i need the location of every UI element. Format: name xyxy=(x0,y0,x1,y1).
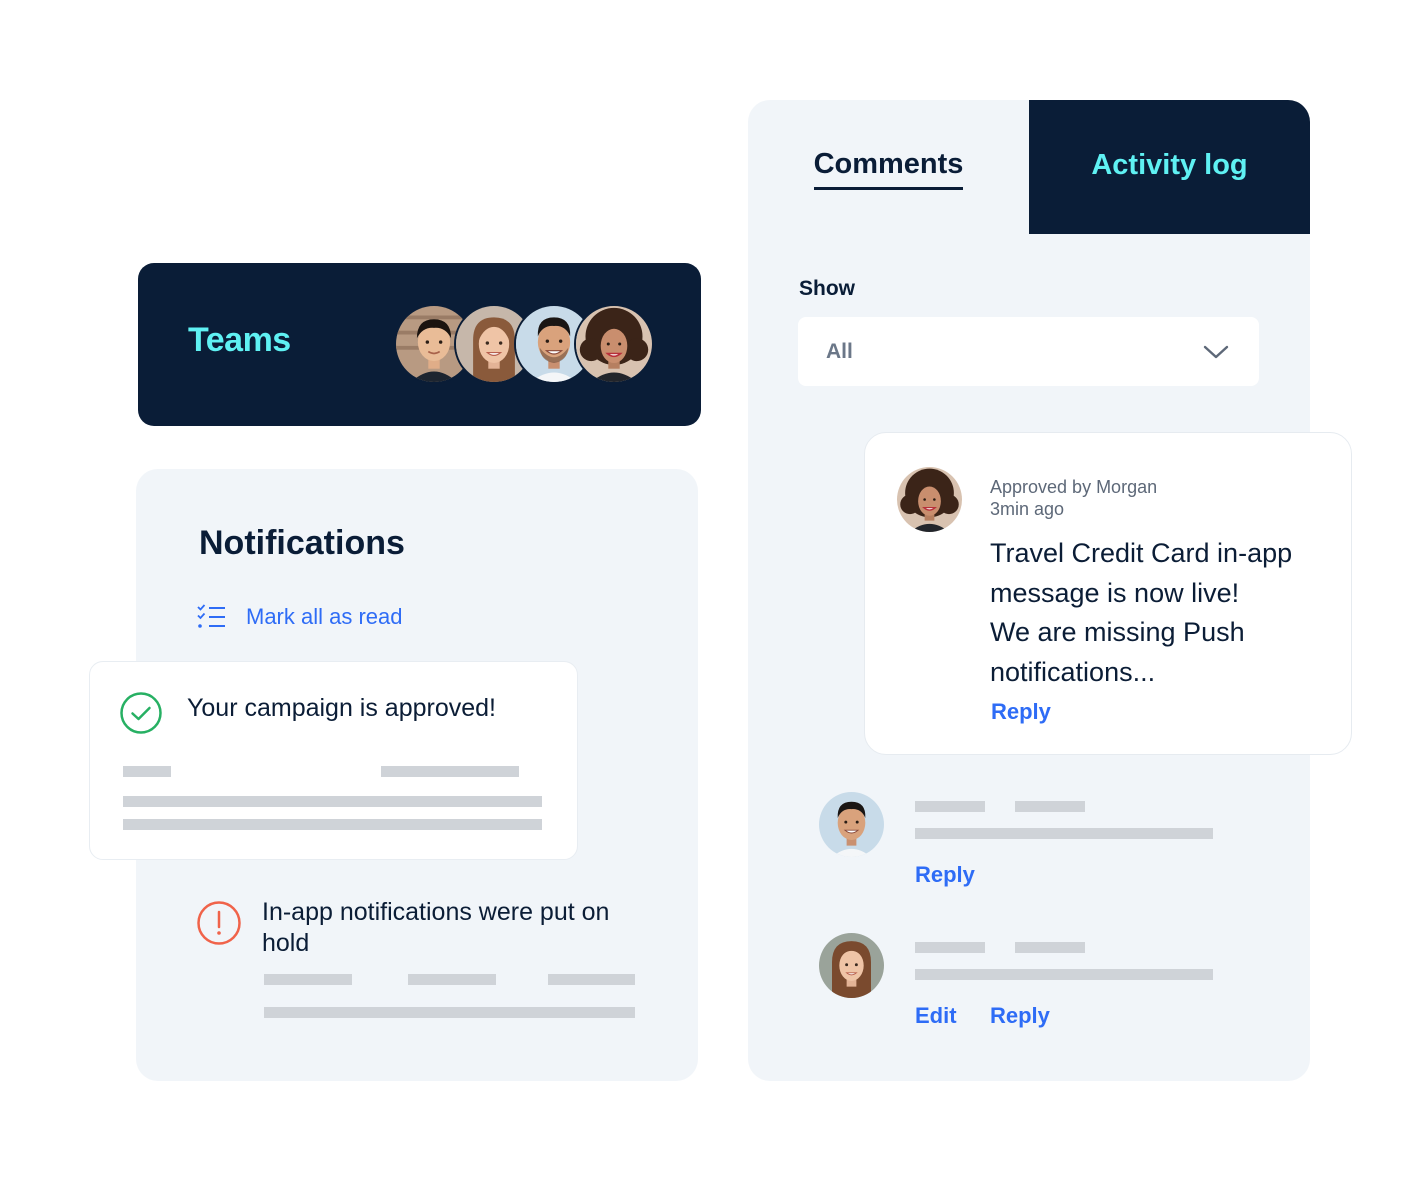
tab-comments-label: Comments xyxy=(813,148,964,190)
skeleton-line xyxy=(123,819,542,830)
comment-item: Reply xyxy=(819,792,1239,892)
skeleton-line xyxy=(1015,801,1085,812)
reply-button[interactable]: Reply xyxy=(915,862,975,888)
avatar[interactable] xyxy=(897,467,962,532)
skeleton-line xyxy=(915,828,1213,839)
skeleton-line xyxy=(381,766,519,777)
person-icon xyxy=(819,933,884,998)
notification-message: Your campaign is approved! xyxy=(187,694,496,722)
skeleton-line xyxy=(1015,942,1085,953)
filter-label: Show xyxy=(799,277,855,300)
skeleton-line xyxy=(408,974,496,985)
avatar[interactable] xyxy=(574,304,654,384)
filter-selected-value: All xyxy=(826,340,853,363)
comment-body-line: Travel Credit Card in-app xyxy=(990,538,1293,568)
reply-button[interactable]: Reply xyxy=(990,1003,1050,1029)
reply-button[interactable]: Reply xyxy=(991,699,1051,725)
notification-item[interactable]: In-app notifications were put on hold xyxy=(196,897,646,1027)
team-avatar-stack[interactable] xyxy=(394,304,654,384)
skeleton-line xyxy=(915,942,985,953)
comment-meta: Approved by Morgan 3min ago xyxy=(990,476,1157,520)
skeleton-line xyxy=(264,1007,635,1018)
notification-message: In-app notifications were put on hold xyxy=(262,898,610,957)
chevron-down-icon xyxy=(1203,345,1229,359)
edit-button[interactable]: Edit xyxy=(915,1003,957,1029)
skeleton-line xyxy=(915,969,1213,980)
teams-title: Teams xyxy=(188,321,291,359)
tab-activity-log-label: Activity log xyxy=(1091,148,1248,181)
comment-timestamp: 3min ago xyxy=(990,499,1065,519)
skeleton-line xyxy=(264,974,352,985)
avatar[interactable] xyxy=(819,792,884,857)
comment-body: Travel Credit Card in-app message is now… xyxy=(990,534,1330,692)
notifications-title: Notifications xyxy=(199,524,405,562)
comment-body-line: We are missing Push xyxy=(990,617,1245,647)
tab-activity-log[interactable]: Activity log xyxy=(1029,100,1310,234)
mark-all-read-label: Mark all as read xyxy=(246,604,403,629)
skeleton-line xyxy=(548,974,635,985)
tab-comments[interactable]: Comments xyxy=(748,100,1029,234)
comment-item: Edit Reply xyxy=(819,933,1239,1033)
notification-item[interactable]: Your campaign is approved! xyxy=(89,661,578,860)
comment-author: Approved by Morgan xyxy=(990,477,1158,497)
person-icon xyxy=(819,792,884,857)
skeleton-line xyxy=(123,796,542,807)
alert-circle-icon xyxy=(197,901,241,945)
skeleton-line xyxy=(915,801,985,812)
filter-select[interactable]: All xyxy=(798,317,1259,386)
comment-body-line: notifications... xyxy=(990,656,1156,687)
check-circle-icon xyxy=(120,692,162,734)
person-icon xyxy=(576,306,652,382)
teams-card[interactable]: Teams xyxy=(138,263,701,426)
featured-comment-card: Approved by Morgan 3min ago Travel Credi… xyxy=(864,432,1352,755)
avatar[interactable] xyxy=(819,933,884,998)
person-icon xyxy=(897,467,962,532)
checklist-icon xyxy=(197,604,225,628)
comment-body-line: message is now live! xyxy=(990,577,1240,608)
mark-all-read-button[interactable]: Mark all as read xyxy=(196,604,403,630)
skeleton-line xyxy=(123,766,171,777)
